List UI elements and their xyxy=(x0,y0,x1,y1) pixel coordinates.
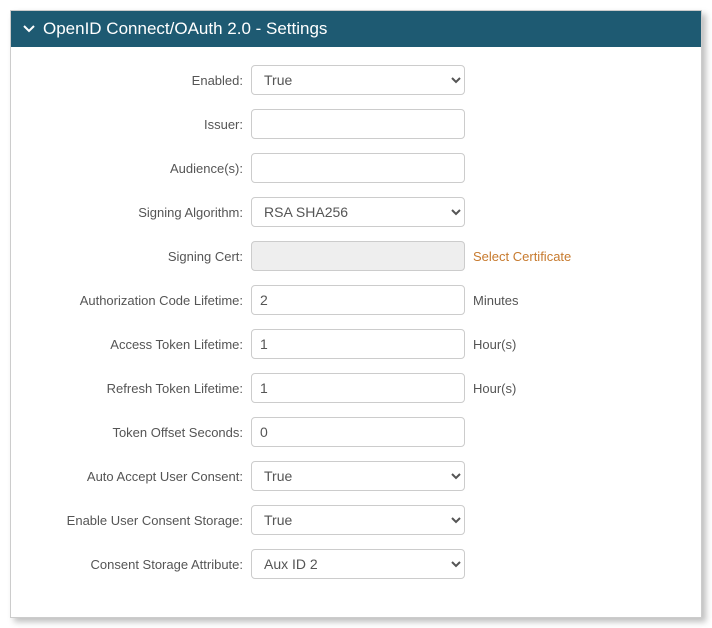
row-enable-consent-storage: Enable User Consent Storage: True xyxy=(31,505,681,535)
select-signing-algorithm[interactable]: RSA SHA256 xyxy=(251,197,465,227)
row-access-token-lifetime: Access Token Lifetime: Hour(s) xyxy=(31,329,681,359)
settings-panel: OpenID Connect/OAuth 2.0 - Settings Enab… xyxy=(10,10,702,618)
input-audiences[interactable] xyxy=(251,153,465,183)
row-issuer: Issuer: xyxy=(31,109,681,139)
label-signing-cert: Signing Cert: xyxy=(31,249,251,264)
label-auth-code-lifetime: Authorization Code Lifetime: xyxy=(31,293,251,308)
unit-access-token-lifetime: Hour(s) xyxy=(465,337,516,352)
row-token-offset-seconds: Token Offset Seconds: xyxy=(31,417,681,447)
label-audiences: Audience(s): xyxy=(31,161,251,176)
label-token-offset-seconds: Token Offset Seconds: xyxy=(31,425,251,440)
label-enabled: Enabled: xyxy=(31,73,251,88)
display-signing-cert xyxy=(251,241,465,271)
select-enabled[interactable]: True xyxy=(251,65,465,95)
select-consent-storage-attribute[interactable]: Aux ID 2 xyxy=(251,549,465,579)
label-signing-algorithm: Signing Algorithm: xyxy=(31,205,251,220)
row-signing-algorithm: Signing Algorithm: RSA SHA256 xyxy=(31,197,681,227)
panel-body: Enabled: True Issuer: Audience(s): Signi… xyxy=(11,47,701,617)
select-enable-consent-storage[interactable]: True xyxy=(251,505,465,535)
input-issuer[interactable] xyxy=(251,109,465,139)
label-refresh-token-lifetime: Refresh Token Lifetime: xyxy=(31,381,251,396)
unit-refresh-token-lifetime: Hour(s) xyxy=(465,381,516,396)
panel-title: OpenID Connect/OAuth 2.0 - Settings xyxy=(43,19,327,39)
label-auto-accept-consent: Auto Accept User Consent: xyxy=(31,469,251,484)
row-auto-accept-consent: Auto Accept User Consent: True xyxy=(31,461,681,491)
input-access-token-lifetime[interactable] xyxy=(251,329,465,359)
select-auto-accept-consent[interactable]: True xyxy=(251,461,465,491)
label-access-token-lifetime: Access Token Lifetime: xyxy=(31,337,251,352)
row-audiences: Audience(s): xyxy=(31,153,681,183)
label-consent-storage-attribute: Consent Storage Attribute: xyxy=(31,557,251,572)
row-consent-storage-attribute: Consent Storage Attribute: Aux ID 2 xyxy=(31,549,681,579)
row-auth-code-lifetime: Authorization Code Lifetime: Minutes xyxy=(31,285,681,315)
row-signing-cert: Signing Cert: Select Certificate xyxy=(31,241,681,271)
label-enable-consent-storage: Enable User Consent Storage: xyxy=(31,513,251,528)
label-issuer: Issuer: xyxy=(31,117,251,132)
panel-header[interactable]: OpenID Connect/OAuth 2.0 - Settings xyxy=(11,11,701,47)
input-refresh-token-lifetime[interactable] xyxy=(251,373,465,403)
link-select-certificate[interactable]: Select Certificate xyxy=(465,249,571,264)
row-refresh-token-lifetime: Refresh Token Lifetime: Hour(s) xyxy=(31,373,681,403)
row-enabled: Enabled: True xyxy=(31,65,681,95)
chevron-down-icon xyxy=(23,23,35,35)
unit-auth-code-lifetime: Minutes xyxy=(465,293,519,308)
input-token-offset-seconds[interactable] xyxy=(251,417,465,447)
input-auth-code-lifetime[interactable] xyxy=(251,285,465,315)
